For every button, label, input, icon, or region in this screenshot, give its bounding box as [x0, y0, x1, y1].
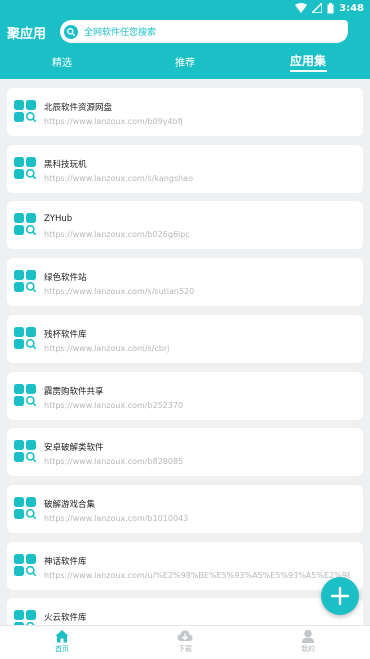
- tab-featured[interactable]: 精选: [52, 54, 72, 69]
- list-item-name: ZYHub: [44, 214, 73, 225]
- nav-home[interactable]: 首页: [37, 629, 87, 654]
- add-button[interactable]: [321, 577, 359, 615]
- list-item-url[interactable]: https://www.lanzoux.com/b828085: [44, 457, 350, 466]
- home-icon: [55, 630, 69, 643]
- list-item-name: 安卓破解类软件: [44, 443, 104, 454]
- signal-icon: [312, 3, 323, 13]
- cloud-download-icon: [177, 630, 193, 641]
- app-collection-icon: [14, 213, 36, 236]
- app-collection-icon: [14, 440, 36, 463]
- app-title: 聚应用: [7, 27, 47, 42]
- list-item-url[interactable]: https://www.lanzoux.com/s/cbrj: [44, 344, 350, 353]
- search-placeholder: 全网软件任您搜索: [84, 28, 157, 38]
- list-item-name: 绿色软件站: [44, 273, 87, 284]
- active-tab-indicator: [290, 70, 327, 72]
- person-icon: [301, 629, 315, 643]
- bottom-nav: 首页 下载 我的: [0, 625, 370, 659]
- app-collection-icon: [14, 496, 36, 519]
- app-collection-icon: [14, 270, 36, 293]
- list-item-name: 黑科技玩机: [44, 159, 87, 170]
- list-item-name: 残杯软件库: [44, 329, 87, 340]
- list-item-name: 霹雳购软件共享: [44, 386, 104, 397]
- app-collection-icon: [14, 100, 36, 122]
- list-item[interactable]: ZYHub https://www.lanzoux.com/b026g6lpc: [7, 201, 363, 250]
- tab-recommended[interactable]: 推荐: [175, 54, 195, 69]
- list-item[interactable]: 绿色软件站 https://www.lanzoux.com/s/sutian520: [7, 258, 363, 307]
- app-collection-icon: [14, 383, 36, 406]
- search-bar[interactable]: 全网软件任您搜索: [60, 20, 348, 43]
- list-item-url[interactable]: https://www.lanzoux.com/s/sutian520: [44, 287, 350, 296]
- app-collection-icon: [14, 553, 36, 576]
- list-item[interactable]: 黑科技玩机 https://www.lanzoux.com/s/kangshao: [7, 144, 363, 193]
- status-time: 3:48: [339, 2, 364, 14]
- nav-mine-label: 我的: [301, 645, 315, 653]
- list-item[interactable]: 霹雳购软件共享 https://www.lanzoux.com/b252370: [7, 371, 363, 420]
- nav-home-label: 首页: [55, 645, 69, 653]
- list-item-url[interactable]: https://www.lanzoux.com/b1010043: [44, 514, 350, 523]
- nav-mine[interactable]: 我的: [283, 629, 333, 654]
- list-item-url[interactable]: https://www.lanzoux.com/s/kangshao: [44, 174, 350, 183]
- app-header: 3:48 聚应用 全网软件任您搜索 精选 推荐 应用集: [0, 0, 370, 79]
- status-icons: 3:48: [295, 1, 364, 15]
- list-item-url[interactable]: https://www.lanzoux.com/u/%E2%98%BE%E5%9…: [44, 571, 350, 580]
- list-item[interactable]: 安卓破解类软件 https://www.lanzoux.com/b828085: [7, 428, 363, 477]
- app-collection-icon: [14, 610, 36, 625]
- tab-app-collections[interactable]: 应用集: [290, 52, 326, 69]
- list-item-name: 火云软件库: [44, 613, 87, 624]
- app-collection-icon: [14, 326, 36, 349]
- list-item-url[interactable]: https://www.lanzoux.com/b026g6lpc: [44, 230, 350, 239]
- list-item[interactable]: 火云软件库https://www.lanzoux.com/b00f5v42d: [7, 598, 363, 625]
- list-item[interactable]: 北辰软件资源网盘 https://www.lanzoux.com/b09y4bfj: [7, 88, 363, 136]
- plus-icon: [331, 587, 349, 605]
- nav-download-label: 下载: [178, 645, 192, 653]
- app-collection-icon: [14, 156, 36, 179]
- nav-download[interactable]: 下载: [160, 629, 210, 654]
- list-item-name: 破解游戏合集: [44, 499, 96, 510]
- list-item[interactable]: 残杯软件库 https://www.lanzoux.com/s/cbrj: [7, 314, 363, 363]
- list-item-name: 北辰软件资源网盘: [44, 103, 113, 113]
- list-item-name: 神话软件库: [44, 556, 87, 567]
- top-tabs: 精选 推荐 应用集: [0, 50, 370, 74]
- battery-icon: [327, 2, 334, 13]
- list-item[interactable]: 神话软件库 https://www.lanzoux.com/u/%E2%98%BE…: [7, 541, 363, 590]
- app-collection-list[interactable]: 北辰软件资源网盘 https://www.lanzoux.com/b09y4bfj…: [0, 79, 370, 625]
- wifi-icon: [295, 3, 308, 13]
- list-item-url[interactable]: https://www.lanzoux.com/b09y4bfj: [44, 117, 350, 126]
- list-item-url[interactable]: https://www.lanzoux.com/b252370: [44, 401, 350, 410]
- search-icon: [64, 24, 78, 39]
- list-item[interactable]: 破解游戏合集 https://www.lanzoux.com/b1010043: [7, 484, 363, 533]
- status-bar: 3:48: [0, 0, 370, 16]
